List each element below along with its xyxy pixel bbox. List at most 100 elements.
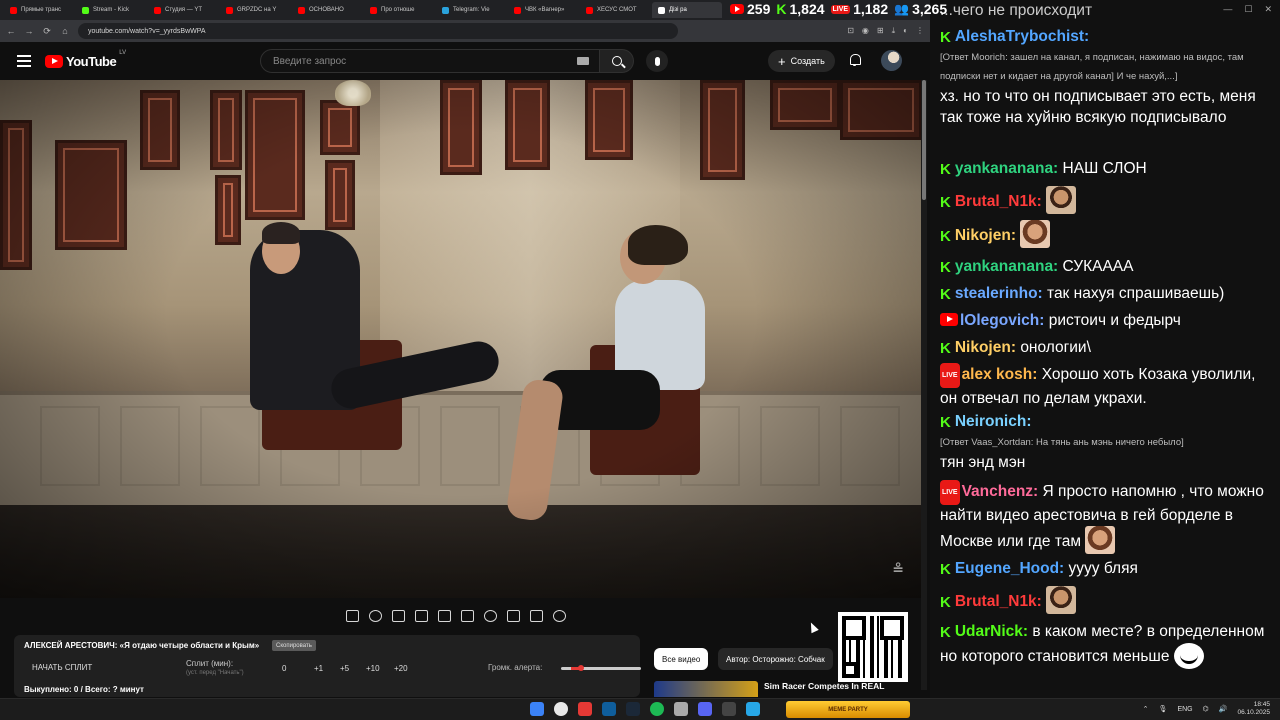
address-bar[interactable]: youtube.com/watch?v=_yyrdsBwWPA (78, 23, 678, 39)
menu-icon[interactable] (17, 52, 31, 70)
chevron-up-icon[interactable]: ⌃ (1143, 705, 1149, 713)
browser-toolbar: ← → ⟳ ⌂ youtube.com/watch?v=_yyrdsBwWPA … (0, 20, 930, 42)
tab-label: Студия — YT (165, 7, 203, 13)
chat-username[interactable]: UdarNick: (955, 623, 1028, 640)
chat-username[interactable]: Eugene_Hood: (955, 560, 1064, 577)
tab-favicon-icon (298, 6, 305, 14)
split-extension-panel: АЛЕКСЕЙ АРЕСТОВИЧ: «Я отдаю четыре облас… (14, 635, 641, 697)
create-button[interactable]: + Создать (768, 50, 835, 72)
search-button[interactable] (600, 49, 634, 73)
camera-icon[interactable] (530, 610, 543, 622)
browser-tab[interactable]: Дізі ра (652, 2, 722, 18)
chat-username[interactable]: yankananana: (955, 258, 1058, 275)
kick-icon: K (940, 259, 951, 276)
forward-icon[interactable]: → (24, 26, 34, 36)
chat-text: уууу бляя (1068, 560, 1138, 577)
youtube-logo[interactable]: YouTube LV (45, 50, 126, 69)
avatar[interactable] (881, 50, 902, 71)
meme-party-widget[interactable]: MEME PARTY (786, 701, 910, 718)
split-add-5-button[interactable]: +5 (340, 664, 349, 673)
screenshot-icon[interactable] (392, 610, 405, 622)
chip-all-videos[interactable]: Все видео (654, 648, 709, 670)
chat-username[interactable]: lOlegovich: (960, 312, 1044, 329)
add-icon[interactable] (507, 610, 520, 622)
clip-icon[interactable] (415, 610, 428, 622)
search-icon (611, 56, 622, 66)
tab-label: Про отноше (381, 7, 415, 13)
search-placeholder: Введите запрос (273, 55, 347, 67)
chat-username[interactable]: Nikojen: (955, 227, 1016, 244)
browser-tab[interactable]: Stream - Kick (76, 2, 146, 18)
mic-icon[interactable]: 🎙 (1159, 705, 1168, 713)
back-icon[interactable]: ← (6, 26, 16, 36)
extension-icon[interactable]: ⊡ (847, 26, 854, 36)
chat-username[interactable]: Brutal_N1k: (955, 593, 1042, 610)
split-add-10-button[interactable]: +10 (366, 664, 380, 673)
start-icon[interactable] (530, 702, 544, 716)
chat-username[interactable]: yankananana: (955, 160, 1058, 177)
chat-username[interactable]: Neironich: (955, 413, 1032, 430)
keyboard-icon[interactable] (577, 57, 589, 65)
chat-emote-icon (1173, 643, 1204, 669)
start-split-button[interactable]: НАЧАТЬ СПЛИТ (32, 663, 92, 672)
messenger-icon[interactable] (746, 702, 760, 716)
recommendation-title[interactable]: Sim Racer Competes In REAL (764, 681, 884, 691)
steam-icon[interactable] (626, 702, 640, 716)
copy-button[interactable]: Скопировать (272, 640, 316, 651)
video-player[interactable]: ≗ (0, 80, 922, 598)
split-add-20-button[interactable]: +20 (394, 664, 408, 673)
home-icon[interactable]: ⌂ (60, 26, 70, 36)
pip-icon[interactable] (438, 610, 451, 622)
browser-tab[interactable]: ЧВК «Вагнер» (508, 2, 578, 18)
app-icon[interactable] (674, 702, 688, 716)
download-icon[interactable]: ⤓ (892, 26, 896, 36)
browser-tab[interactable]: Про отноше (364, 2, 434, 18)
alert-volume-slider[interactable] (561, 665, 641, 671)
browser-tab[interactable]: ОСНОВАНО (292, 2, 362, 18)
tab-label: GRPZDC на Y (237, 7, 277, 13)
loop-icon[interactable] (346, 610, 359, 622)
youtube-logo-icon (45, 54, 63, 68)
telegram-icon[interactable] (602, 702, 616, 716)
alert-volume-label: Громк. алерта: (488, 663, 543, 672)
recommendation-thumbnail[interactable] (654, 681, 758, 697)
settings-icon[interactable] (553, 610, 566, 622)
lang-indicator[interactable]: ENG (1177, 706, 1192, 713)
youtube-app-icon[interactable] (578, 702, 592, 716)
create-label: Создать (790, 56, 825, 66)
reload-icon[interactable]: ⟳ (42, 26, 52, 37)
chat-username[interactable]: alex kosh: (962, 366, 1038, 383)
spotify-icon[interactable] (650, 702, 664, 716)
discord-icon[interactable] (698, 702, 712, 716)
chrome-icon[interactable] (554, 702, 568, 716)
voice-search-icon[interactable] (646, 50, 668, 72)
network-icon[interactable]: ⌬ (1203, 705, 1209, 713)
notifications-icon[interactable] (848, 53, 861, 66)
youtube-header: YouTube LV Введите запрос + Создать (0, 42, 924, 80)
extension-icon[interactable]: ◉ (862, 26, 869, 36)
chat-username[interactable]: AleshaTrybochist: (955, 28, 1089, 45)
profile-icon[interactable]: ◐ (903, 26, 908, 36)
split-add-1-button[interactable]: +1 (314, 664, 323, 673)
chat-username[interactable]: Nikojen: (955, 339, 1016, 356)
kick-icon: K (940, 624, 951, 641)
page-scrollbar[interactable] (921, 80, 927, 690)
extension-icon[interactable]: ⊞ (877, 26, 884, 36)
obs-icon[interactable] (722, 702, 736, 716)
chat-username[interactable]: Brutal_N1k: (955, 193, 1042, 210)
chat-username[interactable]: stealerinho: (955, 285, 1043, 302)
volume-icon[interactable]: 🔊 (1219, 705, 1228, 713)
clock[interactable]: 18:45 06.10.2025 (1237, 701, 1270, 717)
browser-tab[interactable]: Прямые транс (4, 2, 74, 18)
speed-icon[interactable] (484, 610, 497, 622)
browser-tab[interactable]: GRPZDC на Y (220, 2, 290, 18)
chip-author[interactable]: Автор: Осторожно: Собчак (718, 648, 833, 670)
search-input[interactable]: Введите запрос (260, 49, 600, 73)
chat-username[interactable]: Vanchenz: (962, 483, 1039, 500)
browser-tab[interactable]: ХЕСУС СМОТ (580, 2, 650, 18)
menu-dots-icon[interactable]: ⋮ (916, 26, 924, 36)
browser-tab[interactable]: Telegram: Vie (436, 2, 506, 18)
browser-tab[interactable]: Студия — YT (148, 2, 218, 18)
broadcast-icon[interactable] (369, 610, 382, 622)
theater-icon[interactable] (461, 610, 474, 622)
